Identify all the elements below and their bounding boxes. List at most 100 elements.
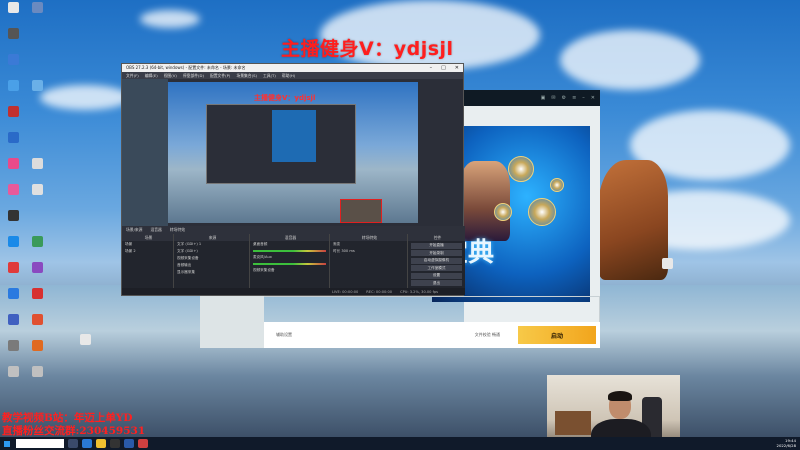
menu-icon[interactable]: ≡ <box>572 95 576 101</box>
settings-icon[interactable]: ⚙ <box>562 95 566 101</box>
desktop-icon[interactable] <box>2 28 24 53</box>
live-timer: LIVE: 00:00:00 <box>332 289 359 294</box>
menu-help[interactable]: 帮助(H) <box>282 73 295 79</box>
maximize-icon[interactable]: □ <box>441 65 446 71</box>
source-item[interactable]: 显示器采集 <box>174 269 249 276</box>
menu-edit[interactable]: 编辑(E) <box>145 73 158 79</box>
desktop-icon[interactable] <box>26 158 48 183</box>
obs-window: OBS 27.2.3 (64-bit, windows) - 配置文件: 未命名… <box>121 63 465 296</box>
source-item[interactable]: 文字 (GDI+) <box>174 248 249 255</box>
task-view-icon[interactable] <box>68 439 78 448</box>
menu-scene-collection[interactable]: 场景集合(S) <box>236 73 257 79</box>
sources-dock: 来源 文字 (GDI+) 1 文字 (GDI+) 视频采集设备 音频输出 显示器… <box>174 234 250 290</box>
duration-label: 时长 <box>333 249 341 253</box>
desktop-icon[interactable] <box>26 54 48 79</box>
menu-tools[interactable]: 工具(T) <box>263 73 276 79</box>
desktop-icon[interactable] <box>26 106 48 131</box>
close-icon[interactable]: ✕ <box>591 95 595 101</box>
system-clock[interactable]: 19:44 2022/6/28 <box>777 438 796 448</box>
desktop-icon[interactable] <box>2 314 24 339</box>
obs-dock-tabs: 场景/来源 混音器 转场特效 <box>122 226 465 234</box>
orb-icon <box>550 178 564 192</box>
menu-profile[interactable]: 配置文件(P) <box>210 73 230 79</box>
taskbar-search-box[interactable] <box>16 439 64 448</box>
orb-icon <box>528 198 556 226</box>
desktop-icon[interactable] <box>26 2 48 27</box>
desktop-icon[interactable] <box>26 236 48 261</box>
scenes-dock: 场景 场景 场景 2 <box>122 234 174 290</box>
virtual-camera-button[interactable]: 启动虚拟摄像机 <box>411 257 462 264</box>
desktop-icon[interactable] <box>2 288 24 313</box>
file-explorer-icon[interactable] <box>96 439 106 448</box>
assist-settings-link[interactable]: 辅助设置 <box>276 332 292 338</box>
desktop-icon[interactable] <box>26 314 48 339</box>
close-icon[interactable]: ✕ <box>455 65 459 71</box>
desktop-icon[interactable] <box>26 340 48 365</box>
desktop-icon[interactable] <box>2 54 24 79</box>
obs-taskbar-icon[interactable] <box>110 439 120 448</box>
desktop-icon[interactable] <box>26 210 48 235</box>
desktop-icons-col2 <box>26 2 48 392</box>
mixer-channel-label: 视频采集设备 <box>253 268 275 272</box>
exit-button[interactable]: 退出 <box>411 280 462 286</box>
skin-icon[interactable]: ▣ <box>541 95 546 101</box>
desktop-icon[interactable] <box>2 210 24 235</box>
preview-webcam-source[interactable] <box>340 199 382 223</box>
tab-transitions[interactable]: 转场特效 <box>170 227 185 233</box>
app-taskbar-icon[interactable] <box>124 439 134 448</box>
studio-mode-button[interactable]: 工作室模式 <box>411 265 462 271</box>
edge-icon[interactable] <box>82 439 92 448</box>
desktop-icon[interactable] <box>26 288 48 313</box>
desktop-icon[interactable] <box>26 184 48 209</box>
desktop-icon[interactable] <box>2 80 24 105</box>
tab-scenes-sources[interactable]: 场景/来源 <box>126 227 142 233</box>
orb-icon <box>508 156 534 182</box>
desktop-icon[interactable] <box>26 366 48 391</box>
source-item[interactable]: 视频采集设备 <box>174 255 249 262</box>
desktop-icon[interactable] <box>74 334 96 359</box>
desktop-icon[interactable] <box>2 236 24 261</box>
scene-item[interactable]: 场景 <box>122 241 173 248</box>
minimize-icon[interactable]: – <box>582 95 585 101</box>
preview-overlay-text: 主播健身V：ydjsjl <box>254 94 316 102</box>
message-icon[interactable]: ✉ <box>551 95 555 101</box>
desktop-icon[interactable] <box>26 28 48 53</box>
desktop-icon[interactable] <box>656 258 678 283</box>
start-streaming-button[interactable]: 开始直播 <box>411 242 462 249</box>
start-recording-button[interactable]: 开始录制 <box>411 250 462 256</box>
launcher-action-bar: 辅助设置 文件校验 畅通 启动 <box>264 322 600 348</box>
windows-start-icon[interactable] <box>0 437 14 450</box>
desktop-icon[interactable] <box>26 262 48 287</box>
desktop-icon[interactable] <box>2 340 24 365</box>
desktop-icon[interactable] <box>2 2 24 27</box>
promo-line-2: 直播粉丝交流群:230459531 <box>2 425 146 437</box>
app-taskbar-icon[interactable] <box>138 439 148 448</box>
desktop-icon[interactable] <box>2 132 24 157</box>
scene-item[interactable]: 场景 2 <box>122 248 173 255</box>
desktop-icon[interactable] <box>2 106 24 131</box>
file-check-status: 文件校验 畅通 <box>474 332 500 337</box>
desktop-icon[interactable] <box>2 366 24 391</box>
desktop-icon[interactable] <box>2 158 24 183</box>
menu-docks[interactable]: 停靠部件(D) <box>183 73 204 79</box>
duration-input[interactable]: 300 ms <box>341 249 354 253</box>
desktop-icon[interactable] <box>2 184 24 209</box>
obs-preview[interactable]: 主播健身V：ydjsjl <box>168 82 418 223</box>
mixer-dock: 混音器 桌面音频 麦克风/Aux 视频采集设备 <box>250 234 330 290</box>
tab-mixer[interactable]: 混音器 <box>150 227 161 233</box>
menu-file[interactable]: 文件(F) <box>126 73 139 79</box>
minimize-icon[interactable]: – <box>430 65 433 71</box>
transitions-header: 转场特效 <box>330 234 407 241</box>
launch-button[interactable]: 启动 <box>518 326 596 344</box>
hero-art <box>460 161 510 241</box>
obs-window-title: OBS 27.2.3 (64-bit, windows) - 配置文件: 未命名… <box>126 65 246 70</box>
desktop-icon[interactable] <box>26 132 48 157</box>
obs-titlebar: OBS 27.2.3 (64-bit, windows) - 配置文件: 未命名… <box>122 64 463 72</box>
transition-select[interactable]: 渐变 <box>330 241 407 248</box>
settings-button[interactable]: 设置 <box>411 272 462 279</box>
desktop-icon[interactable] <box>26 80 48 105</box>
source-item[interactable]: 文字 (GDI+) 1 <box>174 241 249 248</box>
menu-view[interactable]: 视图(V) <box>164 73 177 79</box>
source-item[interactable]: 音频输出 <box>174 262 249 269</box>
desktop-icon[interactable] <box>2 262 24 287</box>
